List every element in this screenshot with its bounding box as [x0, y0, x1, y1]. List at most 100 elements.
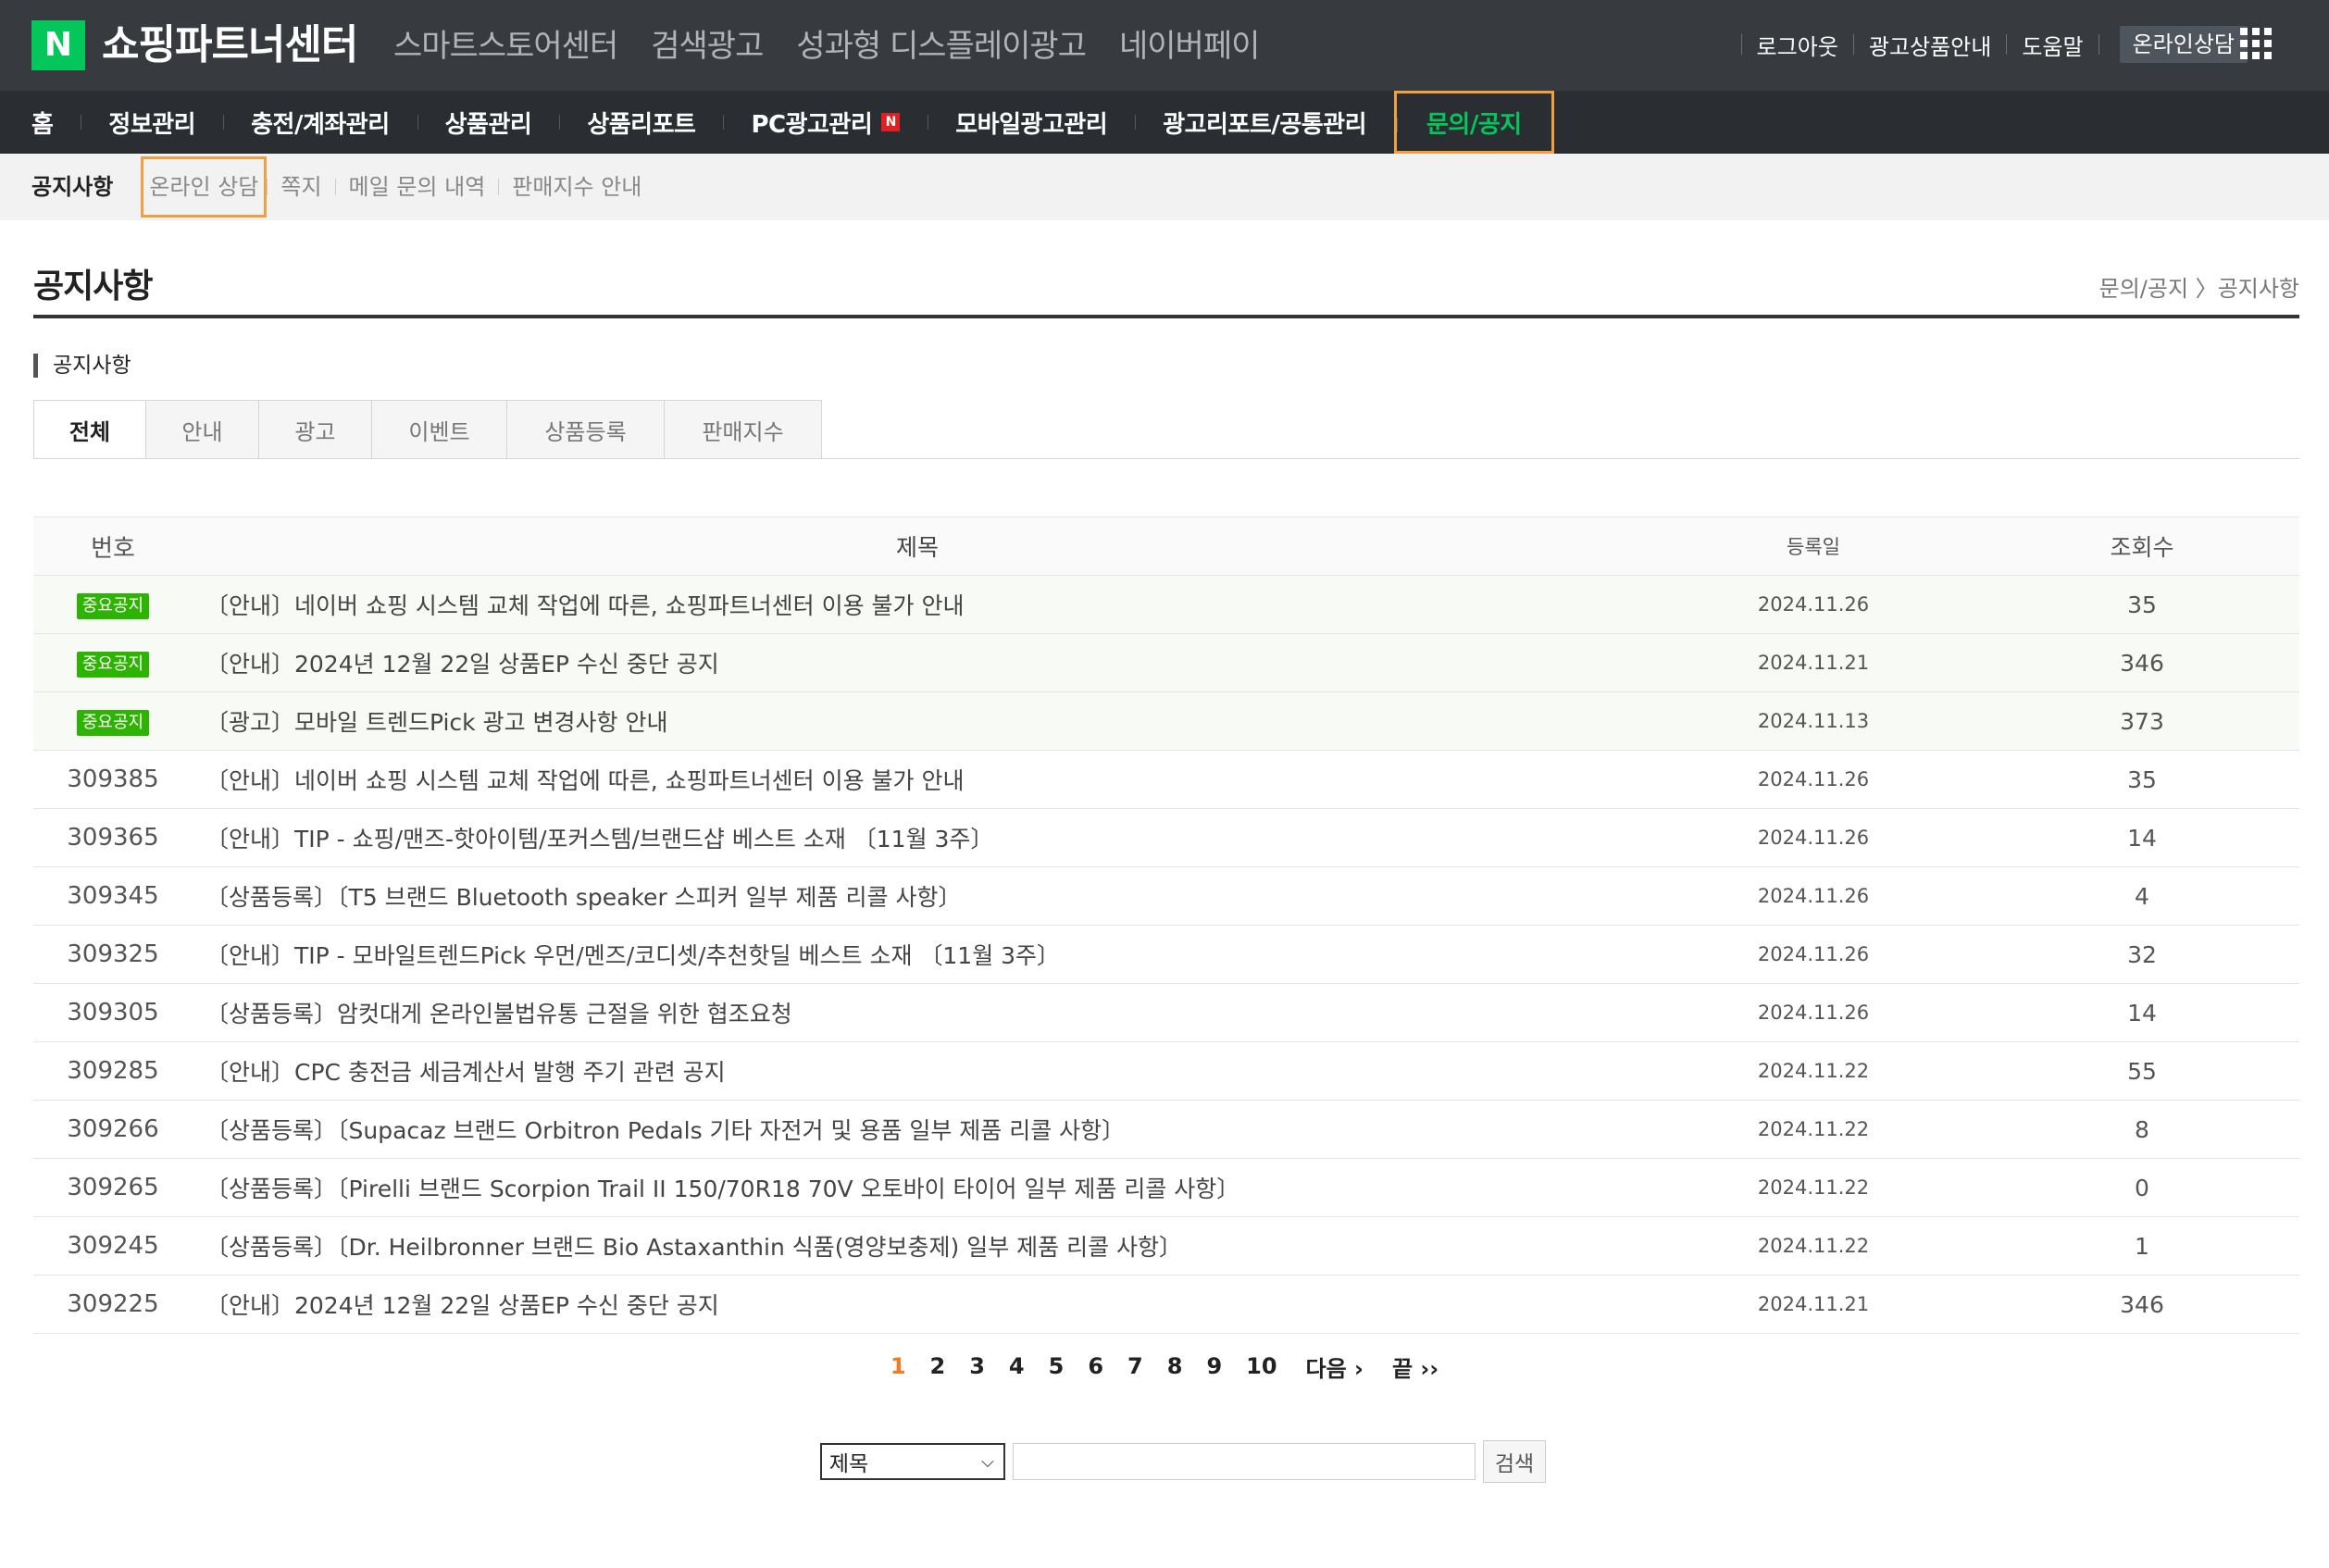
page-5[interactable]: 5 [1049, 1353, 1065, 1379]
important-notice-badge: 중요공지 [76, 710, 150, 736]
ad-products-link[interactable]: 광고상품안내 [1869, 29, 1991, 61]
table-row[interactable]: 309285 〔안내〕CPC 충전금 세금계산서 발행 주기 관련 공지 202… [33, 1042, 2299, 1101]
nav-label: 상품관리 [444, 110, 532, 139]
row-title[interactable]: 〔안내〕CPC 충전금 세금계산서 발행 주기 관련 공지 [193, 1054, 1642, 1088]
section-label: 공지사항 [33, 354, 131, 378]
row-title[interactable]: 〔상품등록〕〔T5 브랜드 Bluetooth speaker 스피커 일부 제… [193, 879, 1642, 913]
row-title[interactable]: 〔상품등록〕〔Supacaz 브랜드 Orbitron Pedals 기타 자전… [193, 1113, 1642, 1146]
nav-label: 모바일광고관리 [955, 110, 1108, 139]
search-button[interactable]: 검색 [1482, 1440, 1547, 1483]
page-6[interactable]: 6 [1088, 1353, 1103, 1379]
page-7[interactable]: 7 [1127, 1353, 1143, 1379]
subnav-item-notice[interactable]: 공지사항 [0, 156, 126, 218]
tab-sales-index[interactable]: 판매지수 [665, 400, 822, 459]
row-views: 346 [2120, 1290, 2164, 1318]
row-title[interactable]: 〔상품등록〕〔Dr. Heilbronner 브랜드 Bio Astaxanth… [193, 1229, 1642, 1263]
row-title[interactable]: 〔광고〕모바일 트렌드Pick 광고 변경사항 안내 [193, 704, 1642, 738]
nav-item-products[interactable]: 상품관리 [417, 91, 560, 154]
row-date: 2024.11.21 [1757, 1293, 1870, 1315]
row-views: 14 [2127, 999, 2157, 1027]
breadcrumb: 문의/공지 〉공지사항 [2099, 276, 2299, 302]
row-title[interactable]: 〔안내〕2024년 12월 22일 상품EP 수신 중단 공지 [193, 646, 1642, 679]
row-date: 2024.11.22 [1757, 1060, 1870, 1082]
util-menu: 로그아웃 광고상품안내 도움말 온라인상담 [1726, 26, 2248, 63]
row-views: 55 [2127, 1057, 2157, 1085]
top-menu-search-ads[interactable]: 검색광고 [651, 20, 764, 72]
table-row[interactable]: 중요공지 〔안내〕2024년 12월 22일 상품EP 수신 중단 공지 202… [33, 634, 2299, 692]
top-menu: 스마트스토어센터 검색광고 성과형 디스플레이광고 네이버페이 [393, 20, 1292, 72]
tab-product-registration[interactable]: 상품등록 [507, 400, 665, 459]
row-num: 309225 [67, 1290, 159, 1318]
row-title[interactable]: 〔안내〕2024년 12월 22일 상품EP 수신 중단 공지 [193, 1288, 1642, 1321]
nav-item-ad-report[interactable]: 광고리포트/공통관리 [1135, 91, 1394, 154]
nav-item-pc-ads[interactable]: PC광고관리 N [723, 91, 928, 154]
search-input[interactable] [1012, 1443, 1476, 1480]
row-date: 2024.11.22 [1757, 1176, 1870, 1199]
next-page-link[interactable]: 다음 › [1306, 1350, 1364, 1383]
table-row[interactable]: 309385 〔안내〕네이버 쇼핑 시스템 교체 작업에 따른, 쇼핑파트너센터… [33, 751, 2299, 809]
header-num: 번호 [91, 534, 135, 563]
row-num: 309265 [67, 1174, 159, 1201]
table-row[interactable]: 309225 〔안내〕2024년 12월 22일 상품EP 수신 중단 공지 2… [33, 1276, 2299, 1334]
nav-item-mobile-ads[interactable]: 모바일광고관리 [928, 91, 1135, 154]
top-menu-naverpay[interactable]: 네이버페이 [1119, 20, 1260, 72]
table-row[interactable]: 309266 〔상품등록〕〔Supacaz 브랜드 Orbitron Pedal… [33, 1101, 2299, 1159]
nav-item-info[interactable]: 정보관리 [81, 91, 223, 154]
tab-all[interactable]: 전체 [33, 400, 146, 459]
last-page-link[interactable]: 끝 ›› [1392, 1350, 1438, 1383]
nav-item-home[interactable]: 홈 [0, 91, 81, 154]
table-row[interactable]: 309365 〔안내〕TIP - 쇼핑/맨즈-핫아이템/포커스템/브랜드샵 베스… [33, 809, 2299, 867]
row-title[interactable]: 〔상품등록〕〔Pirelli 브랜드 Scorpion Trail II 150… [193, 1171, 1642, 1204]
table-row[interactable]: 309265 〔상품등록〕〔Pirelli 브랜드 Scorpion Trail… [33, 1159, 2299, 1217]
row-title[interactable]: 〔안내〕네이버 쇼핑 시스템 교체 작업에 따른, 쇼핑파트너센터 이용 불가 … [193, 763, 1642, 796]
page-4[interactable]: 4 [1009, 1353, 1025, 1379]
nav-item-product-report[interactable]: 상품리포트 [559, 91, 723, 154]
row-views: 373 [2120, 707, 2164, 735]
nav-item-inquiry-notice[interactable]: 문의/공지 [1394, 91, 1554, 154]
row-views: 32 [2127, 940, 2157, 968]
row-title[interactable]: 〔안내〕네이버 쇼핑 시스템 교체 작업에 따른, 쇼핑파트너센터 이용 불가 … [193, 588, 1642, 621]
top-menu-display-ads[interactable]: 성과형 디스플레이광고 [796, 20, 1087, 72]
online-consult-button[interactable]: 온라인상담 [2119, 26, 2248, 63]
subnav-item-sales-index[interactable]: 판매지수 안내 [499, 156, 654, 218]
nav-label: PC광고관리 [751, 110, 873, 139]
table-row[interactable]: 309305 〔상품등록〕암컷대게 온라인불법유통 근절을 위한 협조요청 20… [33, 984, 2299, 1042]
row-views: 35 [2127, 765, 2157, 793]
top-bar: N 쇼핑파트너센터 스마트스토어센터 검색광고 성과형 디스플레이광고 네이버페… [0, 0, 2329, 91]
apps-grid-icon[interactable] [2240, 28, 2272, 59]
tab-event[interactable]: 이벤트 [372, 400, 507, 459]
nav-item-charge[interactable]: 충전/계좌관리 [223, 91, 417, 154]
nav-label: 홈 [31, 110, 54, 139]
chevron-down-icon: ⌵ [981, 1452, 994, 1472]
row-views: 346 [2120, 649, 2164, 677]
page-2[interactable]: 2 [930, 1353, 946, 1379]
title-divider [33, 315, 2299, 318]
help-link[interactable]: 도움말 [2022, 29, 2083, 61]
table-row[interactable]: 중요공지 〔안내〕네이버 쇼핑 시스템 교체 작업에 따른, 쇼핑파트너센터 이… [33, 576, 2299, 634]
nav-label: 상품리포트 [587, 110, 696, 139]
logout-link[interactable]: 로그아웃 [1757, 29, 1838, 61]
page-10[interactable]: 10 [1246, 1353, 1277, 1379]
subnav-item-mail-inquiry[interactable]: 메일 문의 내역 [336, 156, 499, 218]
row-title[interactable]: 〔안내〕TIP - 모바일트렌드Pick 우먼/멘즈/코디셋/추천핫딜 베스트 … [193, 938, 1642, 971]
naver-logo-icon[interactable]: N [31, 20, 85, 70]
table-row[interactable]: 309245 〔상품등록〕〔Dr. Heilbronner 브랜드 Bio As… [33, 1217, 2299, 1276]
row-title[interactable]: 〔상품등록〕암컷대게 온라인불법유통 근절을 위한 협조요청 [193, 996, 1642, 1029]
table-row[interactable]: 309345 〔상품등록〕〔T5 브랜드 Bluetooth speaker 스… [33, 867, 2299, 926]
subnav-item-message[interactable]: 쪽지 [268, 156, 334, 218]
search-field-select[interactable]: 제목 ⌵ [819, 1443, 1005, 1480]
app-title[interactable]: 쇼핑파트너센터 [102, 19, 358, 72]
page-3[interactable]: 3 [969, 1353, 985, 1379]
row-title[interactable]: 〔안내〕TIP - 쇼핑/맨즈-핫아이템/포커스템/브랜드샵 베스트 소재 〔1… [193, 821, 1642, 854]
header-title: 제목 [895, 534, 939, 561]
tab-ads[interactable]: 광고 [259, 400, 372, 459]
page-9[interactable]: 9 [1206, 1353, 1222, 1379]
table-row[interactable]: 309325 〔안내〕TIP - 모바일트렌드Pick 우먼/멘즈/코디셋/추천… [33, 926, 2299, 984]
table-row[interactable]: 중요공지 〔광고〕모바일 트렌드Pick 광고 변경사항 안내 2024.11.… [33, 692, 2299, 751]
page-8[interactable]: 8 [1167, 1353, 1183, 1379]
page-1[interactable]: 1 [890, 1353, 906, 1379]
tab-guide[interactable]: 안내 [146, 400, 259, 459]
row-date: 2024.11.26 [1757, 593, 1870, 616]
subnav-item-online-consult[interactable]: 온라인 상담 [141, 156, 268, 218]
top-menu-smartstore[interactable]: 스마트스토어센터 [393, 20, 618, 72]
